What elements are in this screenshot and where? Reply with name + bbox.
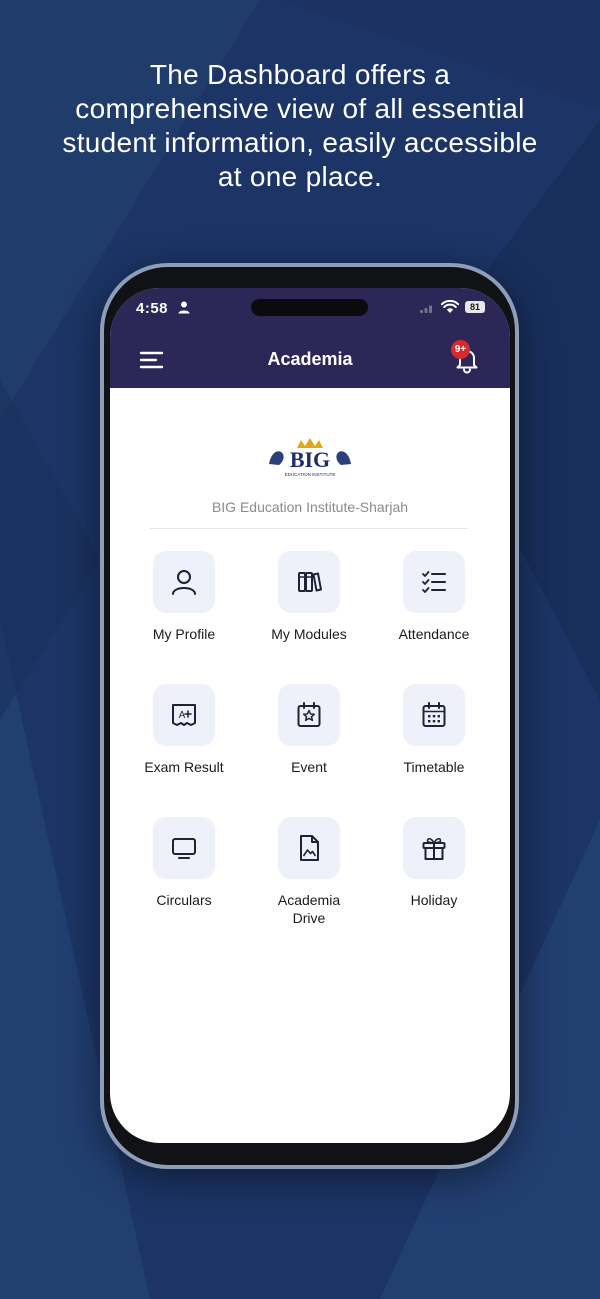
- tile-icon-box: [403, 551, 465, 613]
- books-icon: [298, 572, 322, 592]
- calendar-star-icon: [297, 702, 321, 727]
- tile-label: Event: [291, 759, 327, 775]
- svg-text:A: A: [179, 710, 186, 721]
- monitor-icon: [172, 838, 196, 859]
- tile-icon-box: [403, 817, 465, 879]
- logo-subtext: EDUCATION INSTITUTE: [285, 472, 336, 477]
- hamburger-menu-icon[interactable]: [138, 348, 166, 372]
- module-academia-drive[interactable]: Academia Drive: [254, 817, 364, 927]
- module-exam-result[interactable]: A Exam Result: [129, 684, 239, 794]
- headline-line: student information, easily accessible: [62, 127, 538, 158]
- tile-icon-box: [153, 551, 215, 613]
- module-attendance[interactable]: Attendance: [379, 551, 489, 661]
- institute-logo: BIG EDUCATION INSTITUTE: [269, 438, 351, 477]
- document-image-icon: [300, 835, 319, 861]
- headline-line: comprehensive view of all essential: [75, 93, 525, 124]
- tile-label: Academia Drive: [277, 892, 341, 926]
- logo-text: BIG: [290, 447, 330, 472]
- tile-icon-box: [278, 684, 340, 746]
- divider: [150, 528, 468, 529]
- notification-badge: 9+: [451, 340, 470, 359]
- module-my-modules[interactable]: My Modules: [254, 551, 364, 661]
- tile-label: My Modules: [271, 626, 347, 642]
- tile-label: Attendance: [398, 626, 470, 642]
- module-circulars[interactable]: Circulars: [129, 817, 239, 927]
- tile-icon-box: [278, 551, 340, 613]
- signal-icon: [420, 305, 432, 313]
- battery-indicator: 81: [465, 301, 485, 313]
- app-title: Academia: [267, 349, 353, 369]
- headline: The Dashboard offers a comprehensive vie…: [30, 58, 570, 194]
- tile-icon-box: A: [153, 684, 215, 746]
- tile-label: My Profile: [152, 626, 216, 642]
- tile-icon-box: [153, 817, 215, 879]
- module-event[interactable]: Event: [254, 684, 364, 794]
- headline-line: at one place.: [217, 161, 383, 192]
- module-timetable[interactable]: Timetable: [379, 684, 489, 794]
- module-holiday[interactable]: Holiday: [379, 817, 489, 927]
- tile-icon-box: [403, 684, 465, 746]
- tile-label: Timetable: [403, 759, 465, 775]
- dynamic-island: [251, 299, 368, 316]
- tile-label: Circulars: [156, 892, 212, 908]
- module-my-profile[interactable]: My Profile: [129, 551, 239, 661]
- grade-icon: A: [172, 704, 196, 726]
- wifi-icon: [441, 300, 459, 313]
- user-icon: [172, 570, 196, 595]
- calendar-icon: [422, 702, 446, 727]
- tile-label: Exam Result: [144, 759, 224, 775]
- tile-icon-box: [278, 817, 340, 879]
- status-time: 4:58: [136, 300, 169, 317]
- checklist-icon: [422, 571, 446, 593]
- tile-label: Holiday: [410, 892, 458, 908]
- person-status-icon: [178, 301, 190, 314]
- phone-screen: 4:58 81 Academia 9+ BIG EDUCATION INSTIT…: [110, 288, 510, 1143]
- headline-line: The Dashboard offers a: [149, 59, 451, 90]
- institute-name: BIG Education Institute-Sharjah: [211, 499, 409, 515]
- gift-icon: [422, 837, 446, 860]
